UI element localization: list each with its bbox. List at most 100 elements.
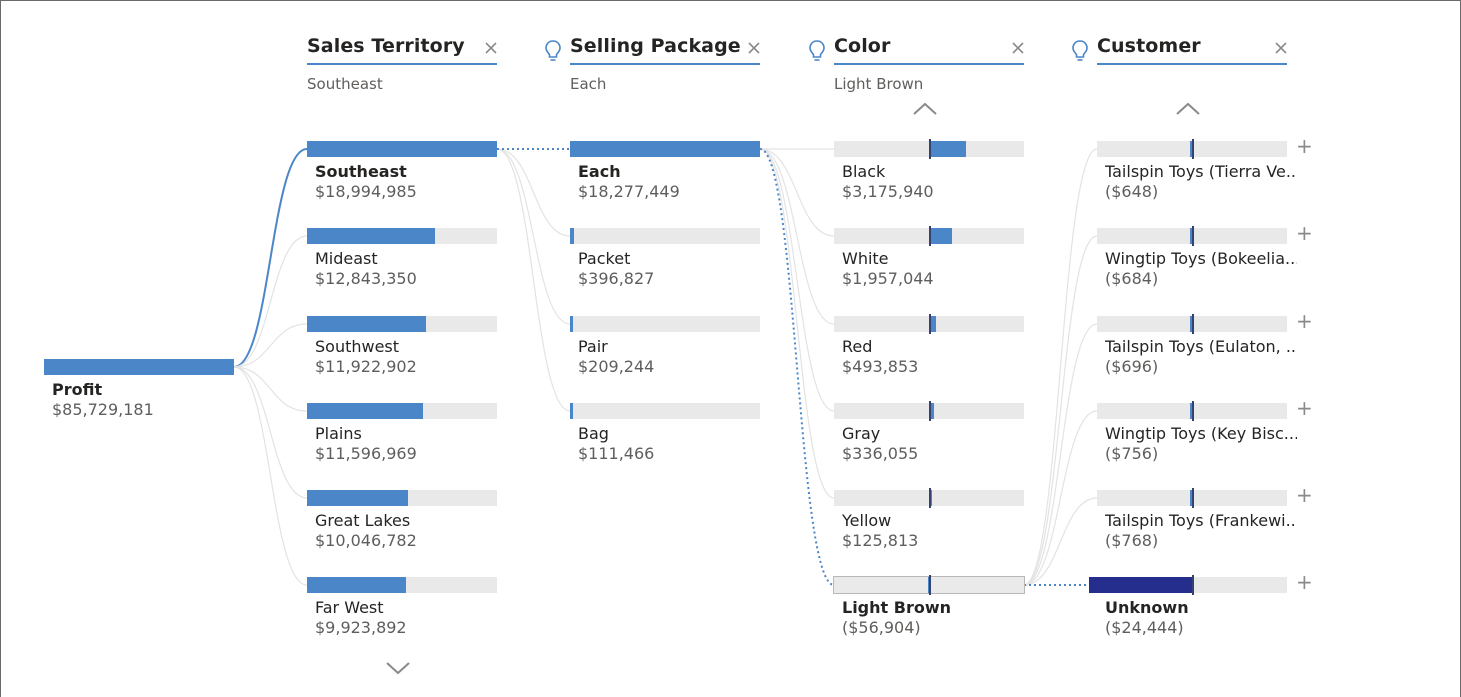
node-bar-track bbox=[834, 139, 1024, 159]
column-selected-value: Light Brown bbox=[834, 75, 924, 93]
node-bar-track bbox=[570, 141, 760, 157]
plus-icon[interactable]: + bbox=[1296, 485, 1313, 505]
close-icon[interactable] bbox=[746, 40, 762, 56]
close-icon[interactable] bbox=[483, 40, 499, 56]
lightbulb-icon[interactable] bbox=[807, 39, 827, 63]
node-value: $125,813 bbox=[842, 531, 919, 550]
node-value: ($768) bbox=[1105, 531, 1159, 550]
node-bar-track bbox=[307, 141, 497, 157]
close-icon[interactable] bbox=[1010, 40, 1026, 56]
node-value: ($56,904) bbox=[842, 618, 921, 637]
node-bar-fill bbox=[307, 228, 436, 244]
tree-node[interactable]: Black $3,175,940 bbox=[834, 139, 1034, 205]
plus-icon[interactable]: + bbox=[1296, 572, 1313, 592]
chevron-up-icon[interactable] bbox=[1175, 101, 1201, 117]
root-node-profit[interactable]: Profit $85,729,181 bbox=[44, 359, 244, 423]
node-value: $3,175,940 bbox=[842, 182, 934, 201]
plus-icon[interactable]: + bbox=[1296, 311, 1313, 331]
column-underline bbox=[1097, 63, 1287, 65]
tree-node[interactable]: Wingtip Toys (Bokeelia... ($684) + bbox=[1097, 223, 1313, 292]
node-value: ($756) bbox=[1105, 444, 1159, 463]
chevron-down-icon[interactable] bbox=[385, 660, 411, 676]
tree-node[interactable]: Yellow $125,813 bbox=[834, 488, 1034, 554]
node-label: Bag bbox=[578, 424, 609, 443]
node-bar-fill bbox=[1088, 577, 1193, 593]
node-value: $18,994,985 bbox=[315, 182, 417, 201]
tree-node[interactable]: White $1,957,044 bbox=[834, 226, 1034, 292]
lightbulb-icon[interactable] bbox=[1070, 39, 1090, 63]
lightbulb-icon[interactable] bbox=[543, 39, 563, 63]
node-bar-track bbox=[1097, 488, 1287, 508]
node-bar-track bbox=[570, 316, 760, 332]
node-bar-fill bbox=[307, 316, 427, 332]
node-bar-track bbox=[1088, 575, 1287, 595]
node-bar-fill bbox=[570, 228, 575, 244]
node-value: ($696) bbox=[1105, 357, 1159, 376]
node-value: $12,843,350 bbox=[315, 269, 417, 288]
node-value: ($24,444) bbox=[1105, 618, 1184, 637]
tree-node[interactable]: Gray $336,055 bbox=[834, 401, 1034, 467]
plus-icon[interactable]: + bbox=[1296, 223, 1313, 243]
node-bar-track bbox=[307, 316, 497, 332]
column-header-selling-package: Selling Package Each bbox=[545, 15, 762, 93]
node-bar-fill bbox=[570, 141, 760, 157]
tree-node[interactable]: Tailspin Toys (Eulaton, ... ($696) + bbox=[1097, 311, 1313, 380]
tree-node[interactable]: Southeast $18,994,985 bbox=[307, 141, 507, 205]
chevron-up-icon[interactable] bbox=[912, 101, 938, 117]
root-label: Profit bbox=[52, 380, 103, 399]
zero-line bbox=[929, 488, 931, 508]
node-bar-track bbox=[307, 490, 497, 506]
node-bar-fill bbox=[307, 403, 424, 419]
node-bar-track bbox=[307, 577, 497, 593]
tree-node[interactable]: Tailspin Toys (Tierra Ve... ($648) + bbox=[1097, 136, 1313, 205]
node-bar-fill bbox=[930, 228, 953, 244]
node-bar-track bbox=[834, 401, 1024, 421]
column-selected-value: Southeast bbox=[307, 75, 383, 93]
zero-line bbox=[929, 139, 931, 159]
node-value: $18,277,449 bbox=[578, 182, 680, 201]
node-label: Tailspin Toys (Eulaton, ... bbox=[1105, 337, 1297, 356]
node-value: $209,244 bbox=[578, 357, 655, 376]
tree-node[interactable]: Pair $209,244 bbox=[570, 316, 770, 380]
node-label: Far West bbox=[315, 598, 384, 617]
tree-node[interactable]: Tailspin Toys (Frankewi... ($768) + bbox=[1097, 485, 1313, 554]
plus-icon[interactable]: + bbox=[1296, 136, 1313, 156]
tree-node[interactable]: Light Brown ($56,904) bbox=[833, 575, 1034, 641]
node-bar-track bbox=[1097, 314, 1287, 334]
node-label: Packet bbox=[578, 249, 631, 268]
node-bar-track bbox=[307, 228, 497, 244]
tree-node[interactable]: Plains $11,596,969 bbox=[307, 403, 507, 467]
tree-node[interactable]: Wingtip Toys (Key Bisc... ($756) + bbox=[1097, 398, 1313, 467]
plus-icon[interactable]: + bbox=[1296, 398, 1313, 418]
node-bar-track bbox=[834, 314, 1024, 334]
node-bar-fill bbox=[570, 316, 573, 332]
node-bar-fill bbox=[307, 490, 408, 506]
tree-node[interactable]: Southwest $11,922,902 bbox=[307, 316, 507, 380]
tree-node[interactable]: Mideast $12,843,350 bbox=[307, 228, 507, 292]
column-underline bbox=[834, 63, 1024, 65]
tree-node[interactable]: Red $493,853 bbox=[834, 314, 1034, 380]
node-bar-track bbox=[1097, 226, 1287, 246]
node-label: Great Lakes bbox=[315, 511, 411, 530]
node-value: $11,922,902 bbox=[315, 357, 417, 376]
zero-line bbox=[929, 401, 931, 421]
zero-line bbox=[1192, 314, 1194, 334]
root-bar-track bbox=[44, 359, 234, 375]
close-icon[interactable] bbox=[1273, 40, 1289, 56]
node-label: Plains bbox=[315, 424, 362, 443]
zero-line bbox=[929, 575, 931, 595]
tree-node[interactable]: Great Lakes $10,046,782 bbox=[307, 490, 507, 554]
tree-node[interactable]: Packet $396,827 bbox=[570, 228, 770, 292]
column-selected-value: Each bbox=[570, 75, 607, 93]
node-label: Southwest bbox=[315, 337, 400, 356]
node-value: $11,596,969 bbox=[315, 444, 417, 463]
tree-node[interactable]: Bag $111,466 bbox=[570, 403, 770, 467]
node-value: $9,923,892 bbox=[315, 618, 407, 637]
tree-node[interactable]: Each $18,277,449 bbox=[570, 141, 770, 205]
node-label: Tailspin Toys (Frankewi... bbox=[1105, 511, 1297, 530]
node-bar-track bbox=[833, 575, 1025, 595]
node-bar-fill bbox=[570, 403, 573, 419]
tree-node[interactable]: Far West $9,923,892 bbox=[307, 577, 507, 641]
node-label: Tailspin Toys (Tierra Ve... bbox=[1105, 162, 1297, 181]
tree-node[interactable]: Unknown ($24,444) + bbox=[1088, 572, 1313, 641]
